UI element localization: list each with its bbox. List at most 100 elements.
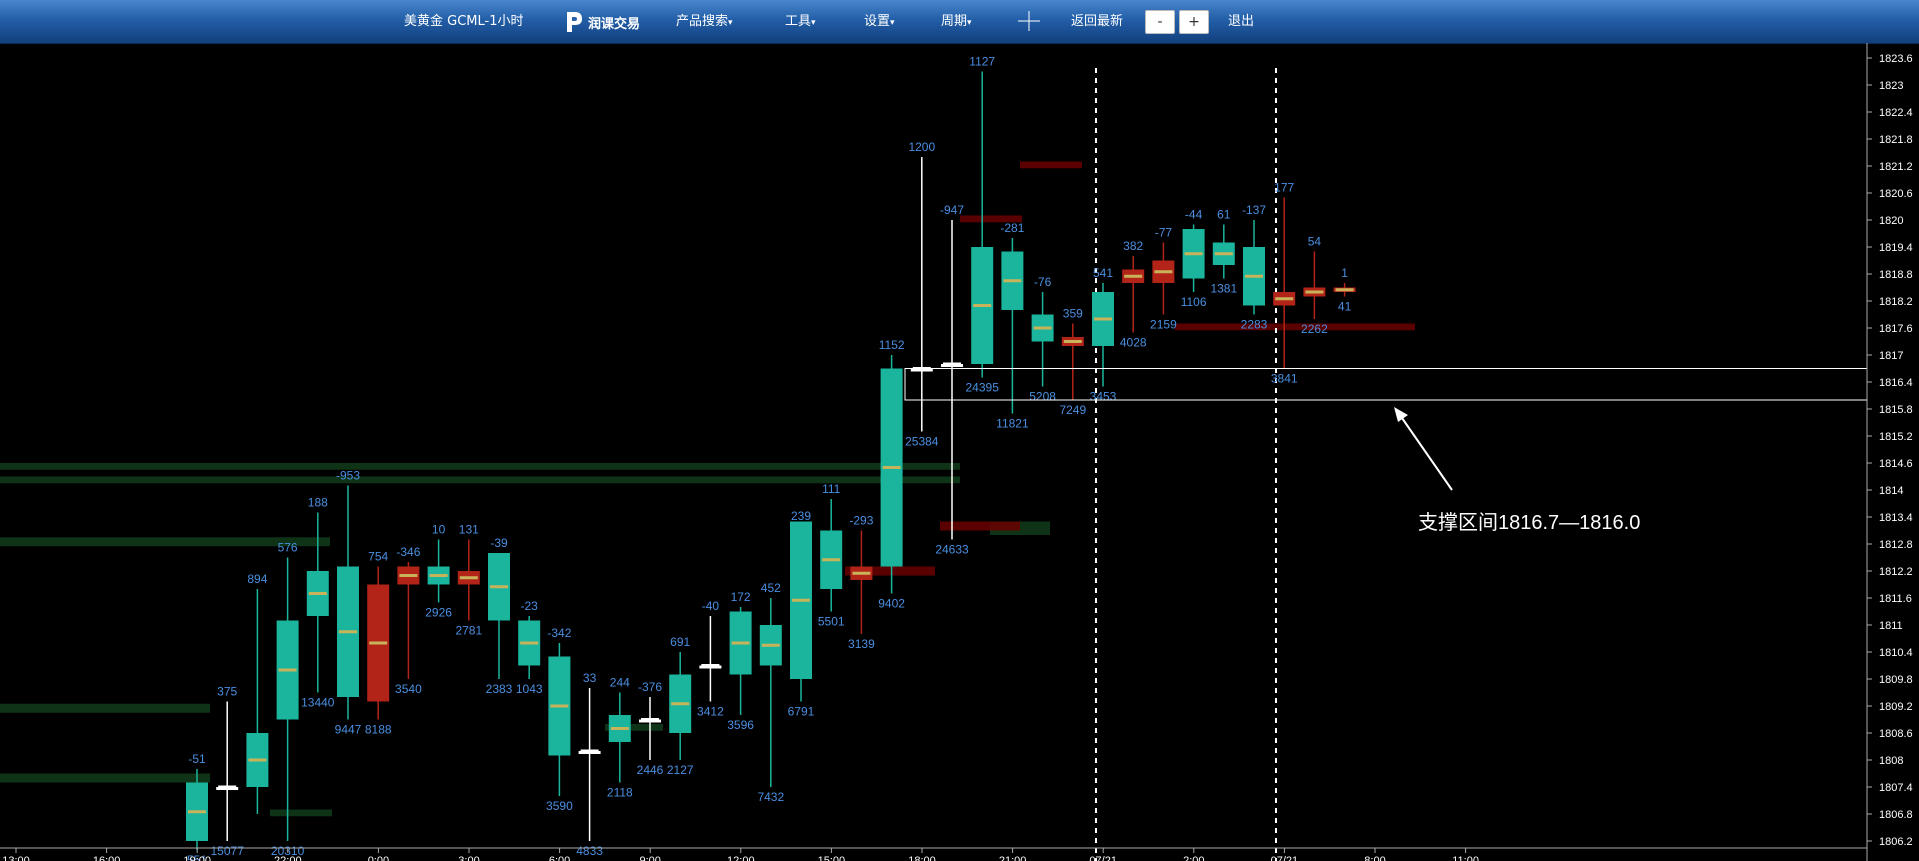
delta-label: 1127 (969, 55, 995, 69)
volume-label: 3412 (697, 705, 724, 719)
poc-marker (339, 630, 357, 634)
volume-label: 6791 (788, 705, 815, 719)
annotation-arrow (1394, 407, 1453, 491)
poc-marker (1063, 340, 1082, 343)
poc-marker (1094, 317, 1112, 321)
time-tick-label: 19:00 (183, 855, 211, 861)
candlestick-chart[interactable]: -51551375150778945762031018813440-953944… (0, 43, 1919, 861)
session-dividers (1095, 68, 1277, 861)
delta-label: 1 (1341, 266, 1348, 280)
price-axis: 1823.6 1823 1822.4 1821.8 1821.2 1820.6 1820 18… (1866, 43, 1913, 861)
poc-marker (1275, 297, 1294, 301)
poc-marker (731, 641, 750, 645)
price-tick-label: 1808 (1879, 755, 1903, 767)
delta-label: -44 (1185, 208, 1203, 222)
price-tick-label: 1820.6 (1879, 188, 1913, 200)
poc-marker (1154, 270, 1173, 274)
crosshair-icon[interactable] (1018, 11, 1040, 31)
volume-label: 24633 (935, 543, 969, 557)
poc-marker (1305, 290, 1324, 294)
delta-label: -947 (940, 203, 964, 217)
menu-period[interactable]: 周期▾ (941, 0, 972, 43)
price-tick-label: 1814 (1879, 485, 1903, 497)
price-tick-label: 1811 (1879, 620, 1903, 632)
poc-marker (1245, 274, 1263, 278)
poc-marker (399, 574, 418, 577)
price-tick-label: 1812.2 (1879, 566, 1913, 578)
time-tick-label: 3:00 (458, 855, 479, 861)
support-annotation: 支撑区间1816.7—1816.0 (1418, 511, 1640, 534)
poc-marker (610, 727, 629, 730)
logo-text: 润课交易 (588, 16, 641, 32)
delta-label: 754 (368, 550, 388, 564)
poc-marker (761, 643, 780, 647)
volume-label: 1043 (516, 682, 543, 696)
volume-label: 3841 (1271, 372, 1298, 386)
poc-marker (641, 718, 659, 721)
poc-marker (1033, 326, 1052, 330)
price-tick-label: 1809.8 (1879, 674, 1913, 686)
poc-marker (943, 362, 961, 366)
poc-marker (369, 641, 388, 645)
delta-label: 691 (670, 635, 690, 649)
price-tick-label: 1815.8 (1879, 404, 1913, 416)
delta-label: -293 (849, 514, 873, 528)
volume-label: 2283 (1241, 318, 1268, 332)
delta-label: -137 (1242, 203, 1266, 217)
menu-settings[interactable]: 设置▾ (864, 0, 895, 43)
time-tick-label: 12:00 (727, 855, 755, 861)
back-to-latest-button[interactable]: 返回最新 (1071, 0, 1123, 43)
menu-tools[interactable]: 工具▾ (785, 0, 816, 43)
price-tick-label: 1813.4 (1879, 512, 1913, 524)
chevron-down-icon: ▾ (967, 18, 972, 28)
delta-label: 541 (1093, 266, 1113, 280)
delta-label: -346 (396, 545, 420, 559)
delta-label: 244 (610, 676, 630, 690)
volume-label: 9447 (335, 723, 362, 737)
price-tick-label: 1816.4 (1879, 377, 1913, 389)
time-tick-label: 16:00 (93, 855, 121, 861)
volume-label: 4833 (576, 844, 603, 858)
volume-zone (0, 463, 960, 470)
delta-label: 33 (583, 671, 597, 685)
delta-label: 10 (432, 523, 446, 537)
volume-label: 5501 (818, 615, 845, 629)
poc-marker (701, 664, 720, 667)
delta-label: -281 (1000, 221, 1024, 235)
poc-marker (188, 810, 206, 814)
delta-label: 382 (1123, 239, 1143, 253)
volume-label: 24395 (966, 381, 1000, 395)
zoom-out-button[interactable]: - (1145, 10, 1175, 34)
volume-label: 7249 (1059, 403, 1086, 417)
volume-label: 2383 (486, 682, 513, 696)
price-tick-label: 1811.6 (1879, 593, 1912, 605)
poc-marker (973, 304, 992, 307)
poc-marker (580, 749, 599, 753)
volume-label: 3453 (1090, 390, 1117, 404)
volume-label: 41 (1338, 300, 1352, 314)
poc-marker (278, 668, 297, 672)
volume-label: 3596 (727, 718, 754, 732)
poc-marker (671, 702, 690, 706)
volume-label: 25384 (905, 435, 939, 449)
top-toolbar: 美黄金 GCML-1小时 润课交易 产品搜索▾ 工具▾ 设置▾ 周期▾ 返回最新… (0, 0, 1919, 44)
time-tick-label: 07/21 (1089, 855, 1117, 861)
delta-label: 452 (761, 581, 781, 595)
time-tick-label: 21:00 (999, 855, 1027, 861)
delta-label: -23 (521, 599, 539, 613)
delta-label: 239 (791, 509, 811, 523)
poc-marker (459, 576, 478, 580)
poc-marker (248, 758, 267, 762)
brand-logo: 润课交易 (564, 8, 640, 36)
menu-products[interactable]: 产品搜索▾ (676, 0, 733, 43)
zoom-in-button[interactable]: + (1179, 10, 1209, 34)
instrument-title: 美黄金 GCML-1小时 (404, 14, 524, 29)
exit-button[interactable]: 退出 (1228, 0, 1254, 43)
volume-label: 9402 (878, 597, 905, 611)
price-tick-label: 1819.4 (1879, 242, 1913, 254)
volume-label: 2262 (1301, 322, 1328, 336)
chevron-down-icon: ▾ (890, 18, 895, 28)
delta-label: 1200 (908, 140, 935, 154)
volume-zone (0, 773, 210, 783)
candles: -51551375150778945762031018813440-953944… (186, 55, 1356, 861)
